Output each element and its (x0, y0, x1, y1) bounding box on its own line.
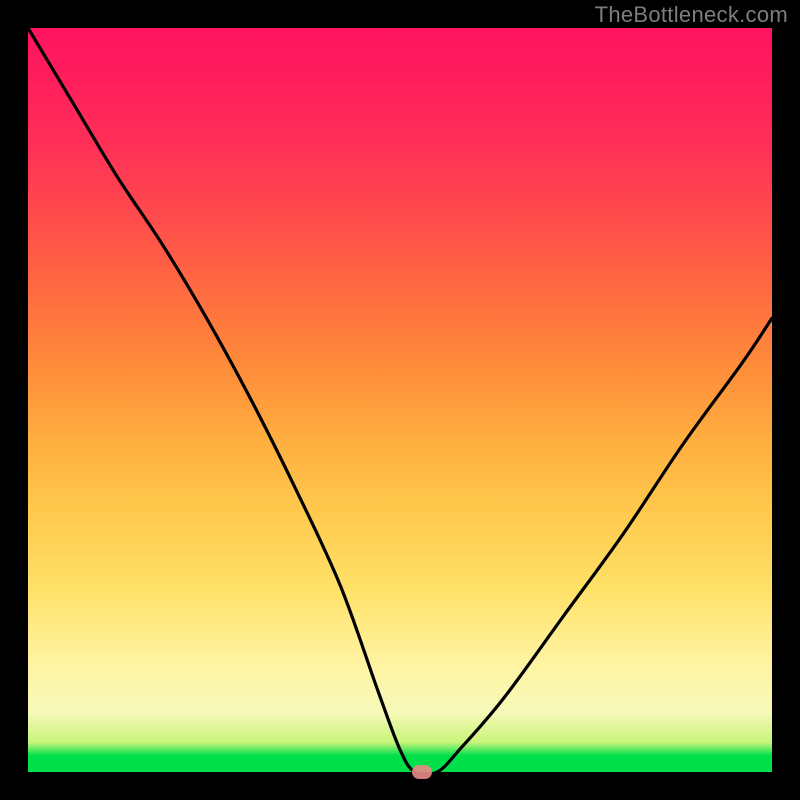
plot-area (28, 28, 772, 772)
curve-path (28, 28, 772, 775)
bottleneck-curve (28, 28, 772, 772)
optimal-point-marker (412, 765, 432, 779)
chart-frame: TheBottleneck.com (0, 0, 800, 800)
watermark-text: TheBottleneck.com (595, 2, 788, 28)
